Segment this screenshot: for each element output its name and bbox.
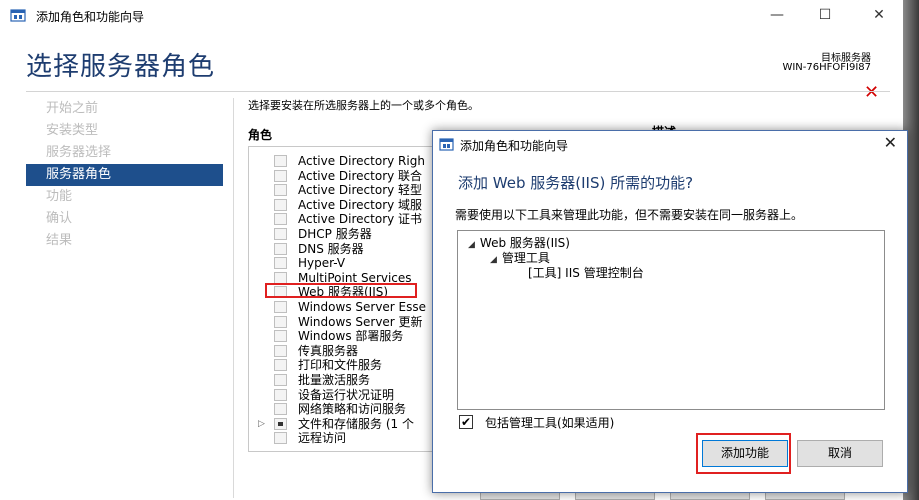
add-features-dialog: 添加角色和功能向导 ✕ 添加 Web 服务器(IIS) 所需的功能? 需要使用以… bbox=[432, 130, 908, 493]
role-label: Windows 部署服务 bbox=[298, 329, 404, 344]
wizard-nav: 开始之前 安装类型 服务器选择 服务器角色 功能 确认 结果 bbox=[26, 98, 223, 252]
role-item[interactable]: Windows Server Esse bbox=[249, 300, 439, 315]
tree-node-label: 管理工具 bbox=[501, 251, 550, 265]
role-item[interactable]: 设备运行状况证明 bbox=[249, 388, 439, 403]
nav-item-features[interactable]: 功能 bbox=[26, 186, 223, 208]
maximize-button[interactable]: ☐ bbox=[802, 4, 848, 26]
dialog-title: 添加角色和功能向导 bbox=[460, 139, 569, 153]
role-checkbox[interactable] bbox=[274, 228, 287, 240]
tree-node-label: Web 服务器(IIS) bbox=[479, 236, 570, 250]
nav-item-server-roles[interactable]: 服务器角色 bbox=[26, 164, 223, 186]
role-item[interactable]: Active Directory 轻型 bbox=[249, 183, 439, 198]
role-item-file-storage[interactable]: ▷ 文件和存储服务 (1 个 bbox=[249, 417, 439, 432]
role-label: 传真服务器 bbox=[298, 343, 359, 358]
include-tools-label: 包括管理工具(如果适用) bbox=[485, 416, 615, 430]
role-label: DHCP 服务器 bbox=[298, 227, 372, 241]
role-label: 远程访问 bbox=[298, 431, 347, 446]
role-item[interactable]: 打印和文件服务 bbox=[249, 358, 439, 373]
role-label: 批量激活服务 bbox=[298, 373, 371, 387]
collapse-arrow-icon[interactable]: ◢ bbox=[490, 255, 497, 265]
role-label: Active Directory 证书 bbox=[298, 212, 423, 227]
nav-item-server-selection[interactable]: 服务器选择 bbox=[26, 142, 223, 164]
header-divider bbox=[26, 91, 890, 92]
role-item[interactable]: Windows Server 更新 bbox=[249, 315, 439, 330]
role-checkbox[interactable] bbox=[274, 257, 287, 270]
role-label: Windows Server Esse bbox=[298, 300, 427, 314]
collapse-arrow-icon[interactable]: ◢ bbox=[468, 240, 475, 250]
role-label: Active Directory 联合 bbox=[298, 168, 423, 183]
role-item[interactable]: DNS 服务器 bbox=[249, 242, 439, 257]
nav-item-confirmation[interactable]: 确认 bbox=[26, 208, 223, 230]
role-item[interactable]: Active Directory 联合 bbox=[249, 169, 439, 184]
role-item[interactable]: Active Directory 域服 bbox=[249, 198, 439, 213]
include-tools-checkbox[interactable]: ✔ bbox=[459, 415, 473, 429]
role-checkbox[interactable] bbox=[274, 169, 287, 182]
role-label: 文件和存储服务 (1 个 bbox=[298, 416, 414, 431]
role-checkbox[interactable] bbox=[274, 403, 287, 416]
role-checkbox[interactable] bbox=[274, 271, 287, 284]
nav-item-results[interactable]: 结果 bbox=[26, 230, 223, 252]
role-item[interactable]: 网络策略和访问服务 bbox=[249, 402, 439, 417]
close-button[interactable]: ✕ bbox=[856, 4, 902, 26]
cancel-button[interactable]: 取消 bbox=[797, 440, 883, 467]
role-checkbox[interactable] bbox=[274, 432, 287, 445]
role-checkbox[interactable] bbox=[274, 213, 287, 226]
roles-list[interactable]: Active Directory Righ Active Directory 联… bbox=[248, 146, 440, 452]
dialog-close-button[interactable]: ✕ bbox=[884, 133, 897, 152]
role-checkbox[interactable] bbox=[274, 344, 287, 357]
role-item[interactable]: 传真服务器 bbox=[249, 344, 439, 359]
roles-instructions: 选择要安装在所选服务器上的一个或多个角色。 bbox=[248, 99, 479, 112]
expand-arrow-icon[interactable]: ▷ bbox=[258, 417, 265, 432]
highlight-add-features bbox=[696, 433, 791, 474]
role-label: 设备运行状况证明 bbox=[298, 387, 395, 402]
role-checkbox[interactable] bbox=[274, 242, 287, 255]
tree-node-label: [工具] IIS 管理控制台 bbox=[528, 266, 644, 280]
nav-item-before-you-begin[interactable]: 开始之前 bbox=[26, 98, 223, 120]
role-label: Active Directory 轻型 bbox=[298, 183, 423, 198]
destination-server-name: WIN-76HFOFI9I87 bbox=[782, 62, 871, 73]
dialog-heading: 添加 Web 服务器(IIS) 所需的功能? bbox=[458, 174, 694, 192]
role-item[interactable]: 远程访问 bbox=[249, 431, 439, 446]
role-item[interactable]: DHCP 服务器 bbox=[249, 227, 439, 242]
window-title: 添加角色和功能向导 bbox=[36, 10, 145, 24]
role-checkbox[interactable] bbox=[274, 359, 287, 372]
error-x-icon: ✕ bbox=[864, 82, 880, 103]
role-checkbox[interactable] bbox=[274, 301, 287, 313]
role-label: Active Directory Righ bbox=[298, 154, 425, 168]
role-item[interactable]: Windows 部署服务 bbox=[249, 329, 439, 344]
role-checkbox[interactable] bbox=[274, 330, 287, 343]
title-bar: 添加角色和功能向导 — ☐ ✕ bbox=[0, 0, 919, 30]
role-checkbox[interactable] bbox=[274, 388, 287, 401]
role-checkbox[interactable] bbox=[274, 155, 287, 167]
tree-node-iis-console[interactable]: [工具] IIS 管理控制台 bbox=[528, 264, 644, 281]
role-checkbox[interactable] bbox=[274, 315, 287, 328]
role-label: Active Directory 域服 bbox=[298, 197, 423, 212]
role-item[interactable]: Active Directory Righ bbox=[249, 154, 439, 169]
role-label: 网络策略和访问服务 bbox=[298, 402, 407, 417]
minimize-button[interactable]: — bbox=[754, 4, 800, 26]
highlight-web-server bbox=[265, 283, 417, 298]
nav-divider bbox=[233, 98, 234, 498]
role-item[interactable]: Hyper-V bbox=[249, 256, 439, 271]
role-checkbox[interactable] bbox=[274, 184, 287, 197]
role-item[interactable]: 批量激活服务 bbox=[249, 373, 439, 388]
required-features-tree[interactable]: ◢ Web 服务器(IIS) ◢ 管理工具 [工具] IIS 管理控制台 bbox=[457, 230, 885, 410]
server-manager-icon bbox=[10, 9, 26, 22]
roles-column-header: 角色 bbox=[248, 128, 273, 142]
role-label: Hyper-V bbox=[298, 256, 346, 271]
dialog-description: 需要使用以下工具来管理此功能，但不需要安装在同一服务器上。 bbox=[455, 208, 804, 222]
server-manager-icon bbox=[439, 138, 454, 151]
role-checkbox[interactable] bbox=[274, 417, 287, 430]
role-label: Windows Server 更新 bbox=[298, 314, 423, 329]
role-label: 打印和文件服务 bbox=[298, 358, 383, 373]
nav-item-installation-type[interactable]: 安装类型 bbox=[26, 120, 223, 142]
page-title: 选择服务器角色 bbox=[26, 52, 216, 82]
role-item[interactable]: Active Directory 证书 bbox=[249, 212, 439, 227]
role-checkbox[interactable] bbox=[274, 198, 287, 211]
role-checkbox[interactable] bbox=[274, 374, 287, 386]
role-label: DNS 服务器 bbox=[298, 241, 364, 256]
